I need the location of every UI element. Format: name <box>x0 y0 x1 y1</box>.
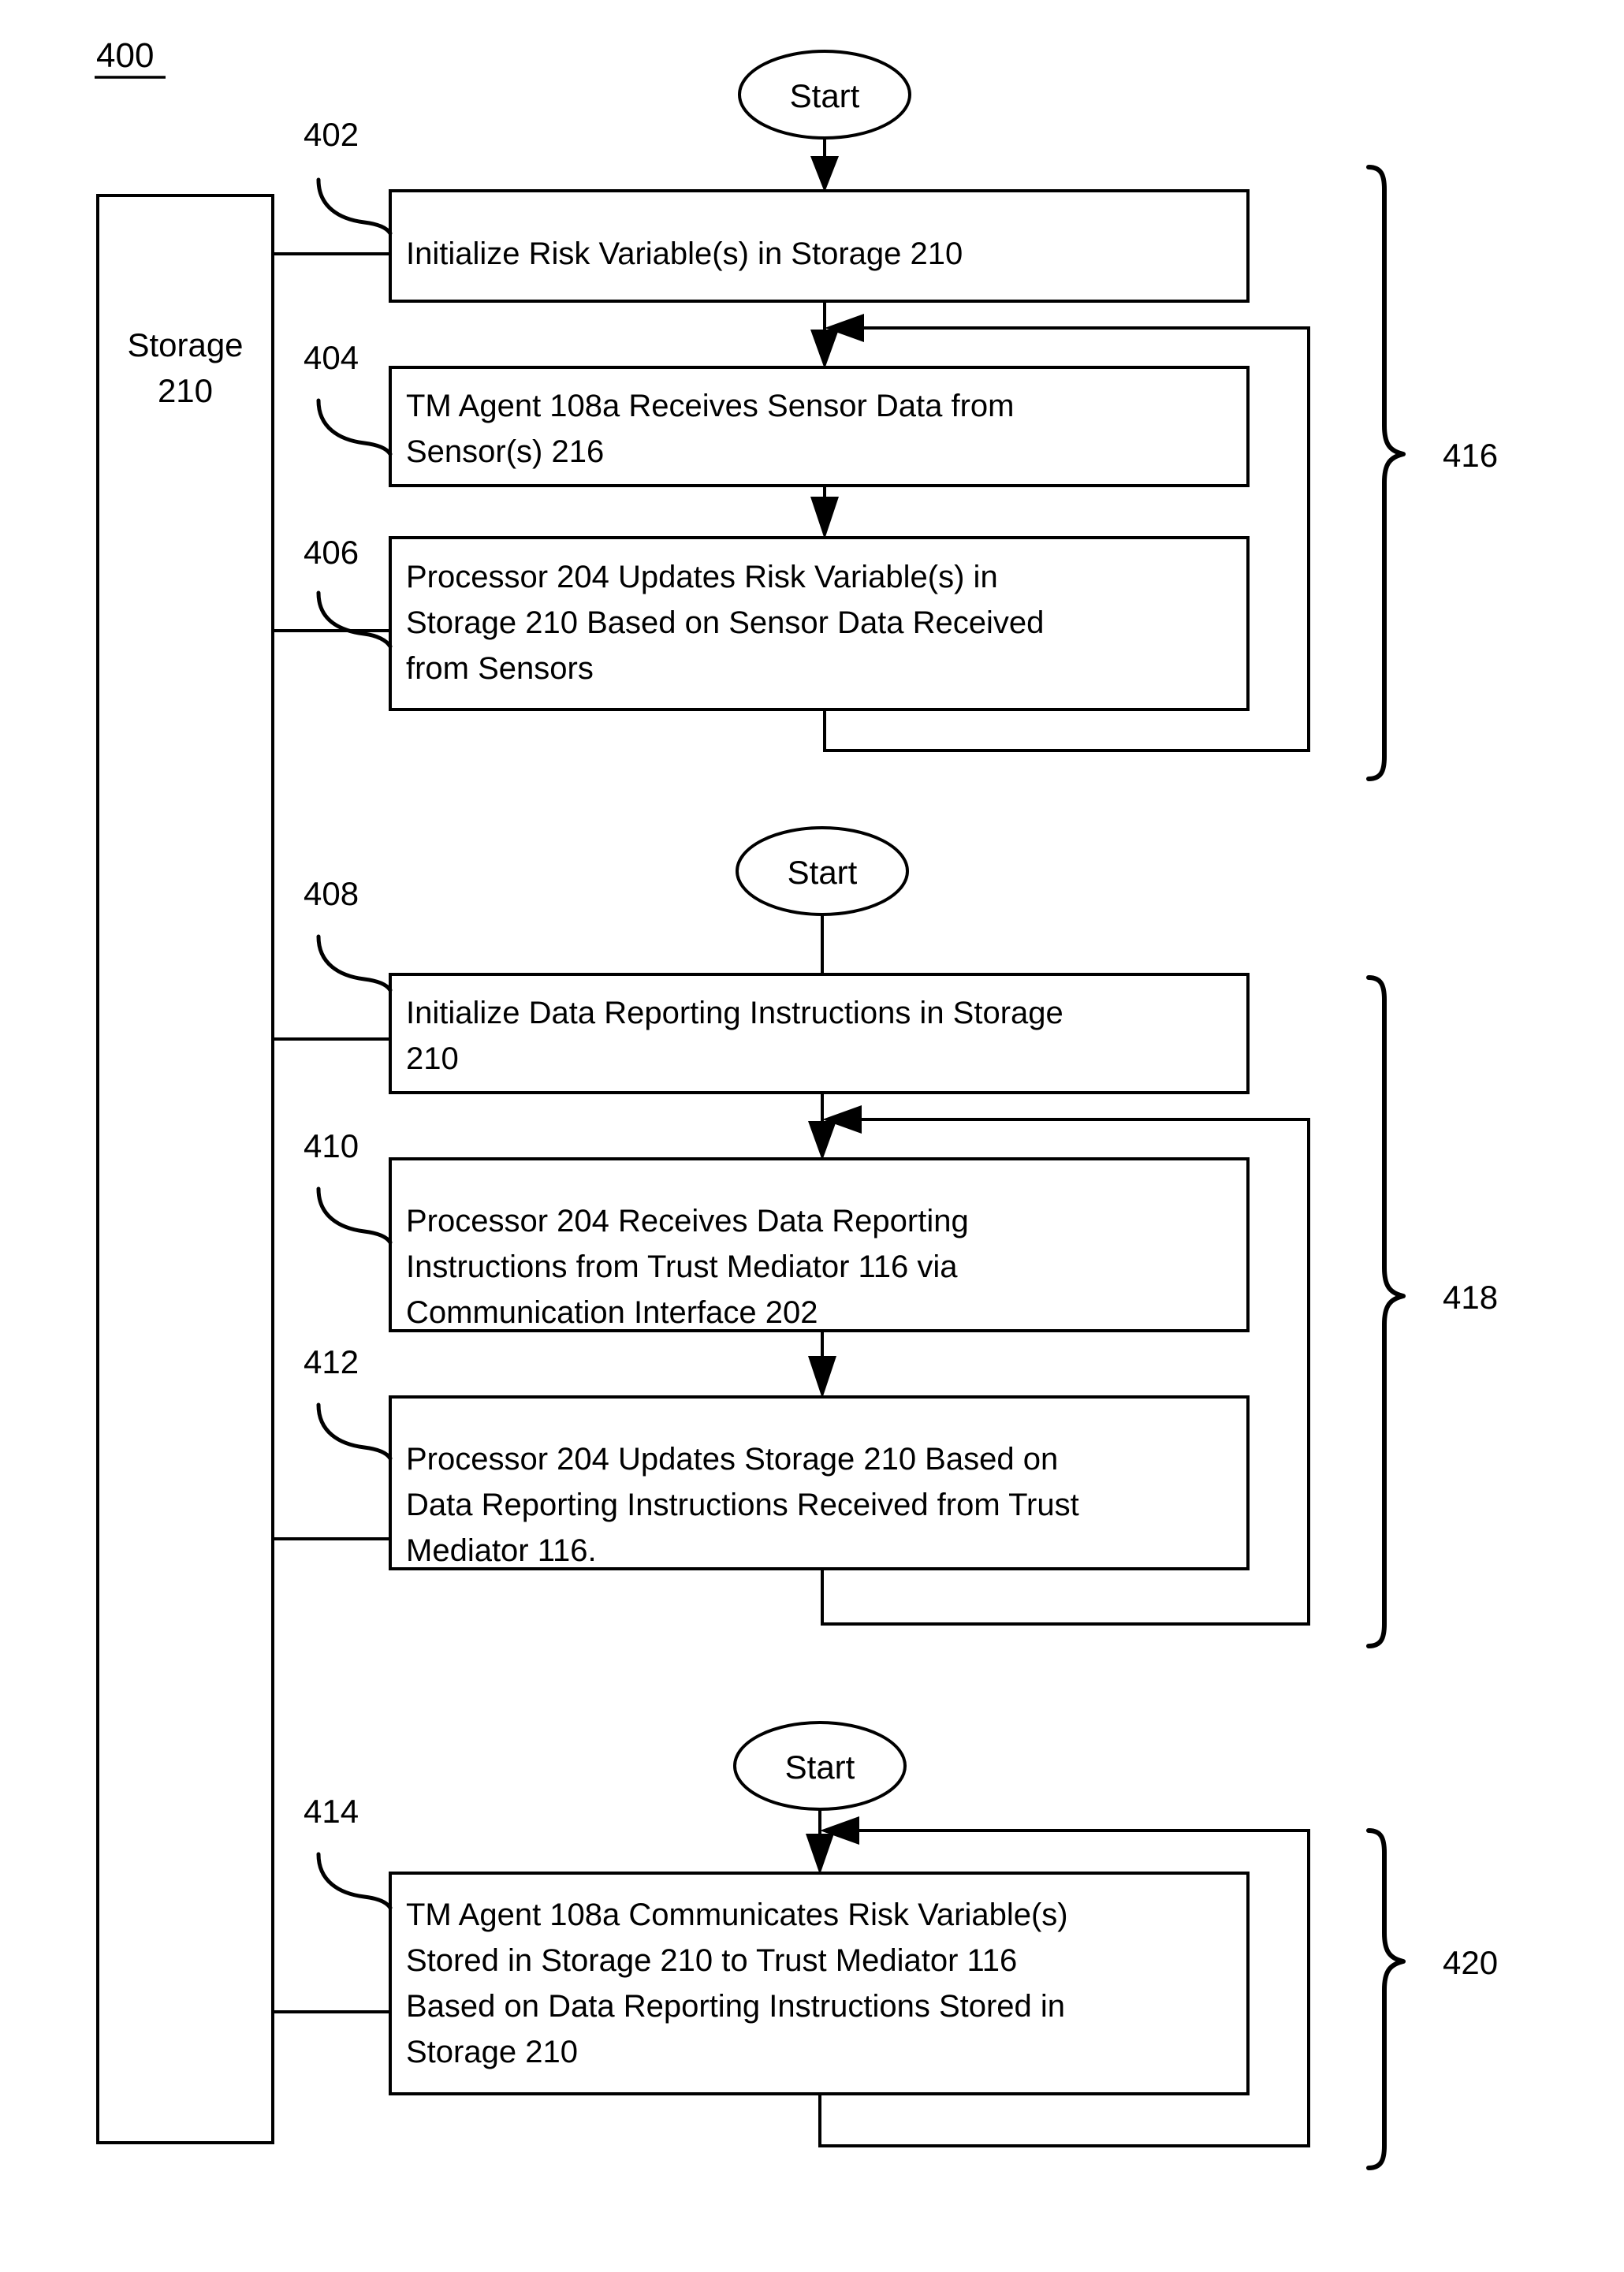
group-number-416: 416 <box>1443 437 1498 474</box>
leader-line-408 <box>316 934 393 993</box>
ref-number-406: 406 <box>304 534 359 571</box>
step-414-line-2: Stored in Storage 210 to Trust Mediator … <box>406 1943 1017 1978</box>
step-406-line-1: Processor 204 Updates Risk Variable(s) i… <box>406 560 998 594</box>
group-brace-416 <box>1366 165 1406 781</box>
ref-number-402: 402 <box>304 116 359 153</box>
arrow-410-to-412-head <box>808 1356 836 1399</box>
group-brace-420 <box>1366 1828 1406 2170</box>
leader-line-414 <box>316 1852 393 1910</box>
step-box-406: Processor 204 Updates Risk Variable(s) i… <box>389 536 1250 711</box>
arrow-408-to-410-head <box>808 1121 836 1160</box>
step-402-line-1: Initialize Risk Variable(s) in Storage 2… <box>406 237 963 271</box>
leader-line-404 <box>316 398 393 456</box>
group-brace-418 <box>1366 975 1406 1648</box>
storage-box <box>96 194 274 2144</box>
start-oval-3-label: Start <box>785 1749 855 1786</box>
ref-number-412: 412 <box>304 1343 359 1380</box>
group-number-418: 418 <box>1443 1279 1498 1316</box>
start-node-2: Start <box>736 826 909 916</box>
step-412-line-1: Processor 204 Updates Storage 210 Based … <box>406 1442 1058 1477</box>
step-408-rect <box>389 973 1250 1094</box>
step-410-line-2: Instructions from Trust Mediator 116 via <box>406 1250 958 1284</box>
leader-line-410 <box>316 1186 393 1245</box>
step-box-408: Initialize Data Reporting Instructions i… <box>389 973 1250 1094</box>
ref-number-410: 410 <box>304 1127 359 1164</box>
arrow-start1-to-402-head <box>810 156 839 192</box>
step-404-line-1: TM Agent 108a Receives Sensor Data from <box>406 389 1014 423</box>
step-406-line-3: from Sensors <box>406 651 594 686</box>
start-oval-1-label: Start <box>790 77 860 114</box>
arrow-start3-to-414-head <box>806 1834 834 1875</box>
step-412-line-2: Data Reporting Instructions Received fro… <box>406 1488 1079 1522</box>
ref-number-414: 414 <box>304 1793 359 1830</box>
group-number-420: 420 <box>1443 1944 1498 1981</box>
arrow-404-to-406-head <box>810 497 839 539</box>
start-node-3: Start <box>733 1721 907 1811</box>
storage-label-line2: 210 <box>158 372 213 409</box>
step-414-line-3: Based on Data Reporting Instructions Sto… <box>406 1989 1065 2024</box>
step-410-line-3: Communication Interface 202 <box>406 1295 818 1330</box>
patent-figure-page: 400 Storage 210 Start Initialize Risk Va… <box>0 0 1624 2272</box>
start-node-1: Start <box>738 50 911 140</box>
ref-number-404: 404 <box>304 339 359 376</box>
arrow-402-to-404-head <box>810 330 839 369</box>
storage-label-line1: Storage <box>127 326 243 363</box>
leader-line-412 <box>316 1402 393 1461</box>
step-404-line-2: Sensor(s) 216 <box>406 434 604 469</box>
leader-line-402 <box>316 177 393 236</box>
flowchart-canvas: 400 Storage 210 Start Initialize Risk Va… <box>95 36 1498 2170</box>
step-412-line-3: Mediator 116. <box>406 1533 597 1568</box>
step-box-414: TM Agent 108a Communicates Risk Variable… <box>389 1872 1250 2095</box>
step-box-402: Initialize Risk Variable(s) in Storage 2… <box>389 189 1250 303</box>
leader-line-406 <box>316 590 393 649</box>
start-oval-2-label: Start <box>788 854 858 891</box>
ref-number-408: 408 <box>304 875 359 912</box>
storage-block: Storage 210 <box>96 194 274 2144</box>
step-box-412: Processor 204 Updates Storage 210 Based … <box>389 1395 1250 1570</box>
step-408-line-2: 210 <box>406 1041 459 1076</box>
step-414-line-1: TM Agent 108a Communicates Risk Variable… <box>406 1898 1068 1932</box>
figure-number: 400 <box>95 36 166 79</box>
figure-number-text: 400 <box>96 36 154 75</box>
step-414-line-4: Storage 210 <box>406 2035 578 2069</box>
step-box-410: Processor 204 Receives Data Reporting In… <box>389 1157 1250 1332</box>
step-box-404: TM Agent 108a Receives Sensor Data from … <box>389 366 1250 487</box>
step-410-line-1: Processor 204 Receives Data Reporting <box>406 1204 969 1238</box>
step-406-line-2: Storage 210 Based on Sensor Data Receive… <box>406 605 1044 640</box>
step-408-line-1: Initialize Data Reporting Instructions i… <box>406 996 1063 1030</box>
